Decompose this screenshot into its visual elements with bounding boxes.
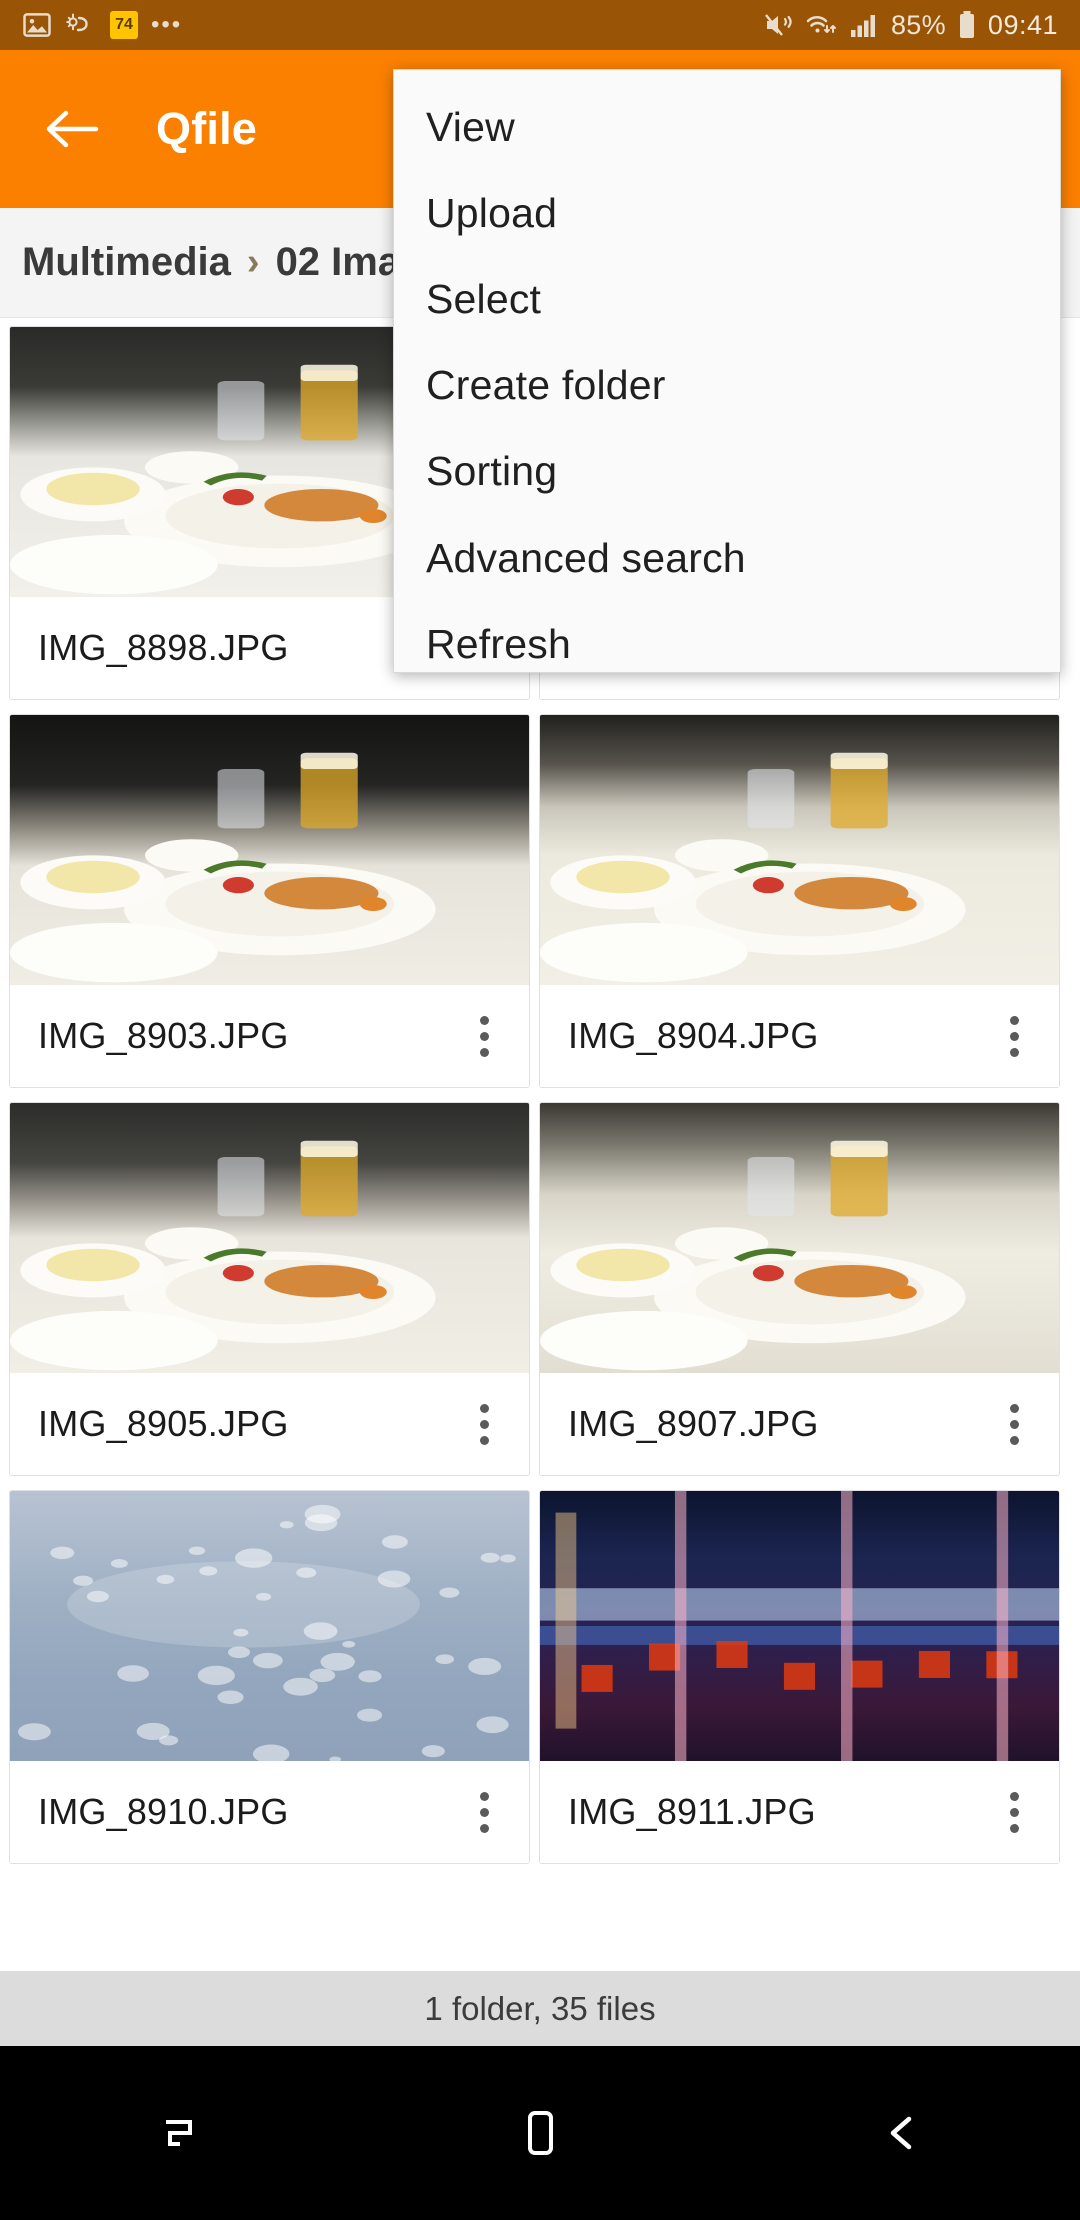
menu-item-label: View [426, 104, 515, 151]
menu-item-view[interactable]: View [394, 84, 1060, 170]
overflow-menu[interactable]: View Upload Select Create folder Sorting Adva… [393, 69, 1061, 673]
file-card[interactable]: IMG_8903.JPG [9, 714, 530, 1088]
file-card-footer: IMG_8910.JPG [10, 1761, 529, 1863]
file-card[interactable]: IMG_8905.JPG [9, 1102, 530, 1476]
file-overflow-icon[interactable] [457, 1009, 511, 1063]
back-arrow-icon[interactable] [42, 99, 102, 159]
clock-label: 09:41 [988, 10, 1058, 41]
file-thumbnail[interactable] [540, 1491, 1059, 1761]
breadcrumb-item-0[interactable]: Multimedia [22, 240, 231, 285]
file-name-label: IMG_8904.JPG [568, 1015, 819, 1057]
menu-item-advanced-search[interactable]: Advanced search [394, 515, 1060, 601]
file-overflow-icon[interactable] [457, 1785, 511, 1839]
menu-item-create-folder[interactable]: Create folder [394, 343, 1060, 429]
file-card-footer: IMG_8911.JPG [540, 1761, 1059, 1863]
file-card-footer: IMG_8905.JPG [10, 1373, 529, 1475]
calendar-badge-icon: 74 [110, 11, 138, 39]
menu-item-label: Select [426, 276, 541, 323]
system-nav-bar [0, 2046, 1080, 2220]
weather-icon [65, 11, 97, 39]
menu-item-label: Create folder [426, 362, 666, 409]
status-bar-left-icons: 74 ••• [22, 10, 182, 40]
recents-icon[interactable] [0, 2108, 360, 2158]
photo-icon [22, 10, 52, 40]
menu-item-refresh[interactable]: Refresh [394, 601, 1060, 687]
file-card[interactable]: IMG_8907.JPG [539, 1102, 1060, 1476]
file-name-label: IMG_8910.JPG [38, 1791, 289, 1833]
menu-item-upload[interactable]: Upload [394, 170, 1060, 256]
file-overflow-icon[interactable] [457, 1397, 511, 1451]
menu-item-label: Upload [426, 190, 557, 237]
file-thumbnail[interactable] [10, 1491, 529, 1761]
battery-percent-label: 85% [891, 10, 946, 41]
file-name-label: IMG_8905.JPG [38, 1403, 289, 1445]
file-card[interactable]: IMG_8904.JPG [539, 714, 1060, 1088]
file-thumbnail[interactable] [540, 715, 1059, 985]
file-card-footer: IMG_8903.JPG [10, 985, 529, 1087]
menu-item-sorting[interactable]: Sorting [394, 429, 1060, 515]
menu-item-label: Sorting [426, 448, 557, 495]
file-thumbnail[interactable] [10, 715, 529, 985]
battery-icon [957, 10, 977, 40]
file-name-label: IMG_8907.JPG [568, 1403, 819, 1445]
file-card-footer: IMG_8907.JPG [540, 1373, 1059, 1475]
file-overflow-icon[interactable] [987, 1009, 1041, 1063]
file-count-bar: 1 folder, 35 files [0, 1971, 1080, 2046]
mute-vibrate-icon [764, 11, 794, 39]
phone-screen: 74 ••• 85% 09:41 Qfile Multimedia › 02 I… [0, 0, 1080, 2220]
file-card[interactable]: IMG_8911.JPG [539, 1490, 1060, 1864]
file-overflow-icon[interactable] [987, 1397, 1041, 1451]
file-overflow-icon[interactable] [987, 1785, 1041, 1839]
signal-bars-icon [850, 12, 880, 38]
file-thumbnail[interactable] [10, 1103, 529, 1373]
menu-item-label: Refresh [426, 621, 571, 668]
page-title: Qfile [156, 103, 257, 155]
home-icon[interactable] [360, 2106, 720, 2160]
menu-item-label: Advanced search [426, 535, 746, 582]
more-dots-icon: ••• [151, 20, 182, 30]
file-name-label: IMG_8898.JPG [38, 627, 289, 669]
back-icon[interactable] [720, 2107, 1080, 2159]
status-bar-right-icons: 85% 09:41 [764, 10, 1058, 41]
status-bar: 74 ••• 85% 09:41 [0, 0, 1080, 50]
file-name-label: IMG_8903.JPG [38, 1015, 289, 1057]
breadcrumb-separator-icon: › [247, 241, 260, 284]
file-card[interactable]: IMG_8910.JPG [9, 1490, 530, 1864]
file-card-footer: IMG_8904.JPG [540, 985, 1059, 1087]
wifi-icon [805, 11, 839, 39]
file-count-label: 1 folder, 35 files [424, 1990, 655, 2028]
file-thumbnail[interactable] [540, 1103, 1059, 1373]
menu-item-select[interactable]: Select [394, 256, 1060, 342]
file-name-label: IMG_8911.JPG [568, 1791, 816, 1833]
